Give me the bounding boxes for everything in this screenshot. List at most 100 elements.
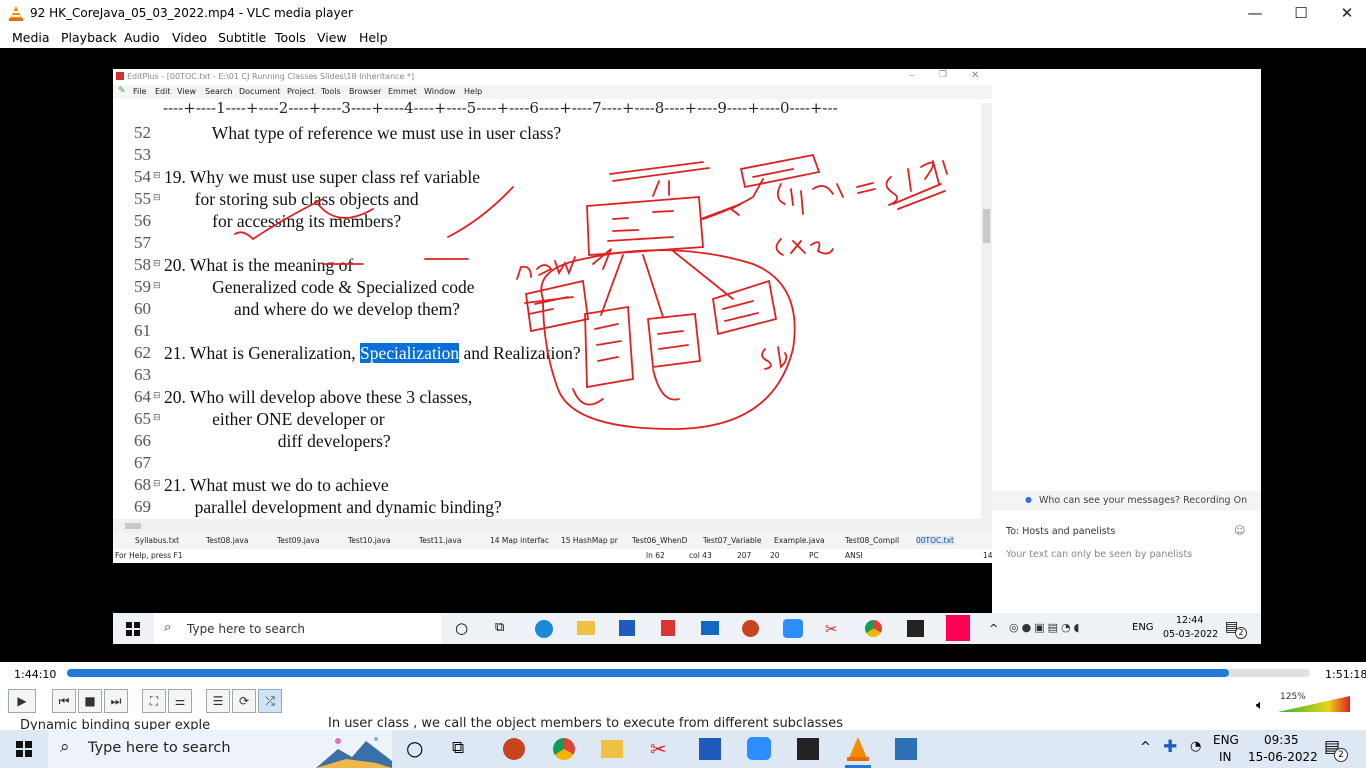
horizontal-scrollbar[interactable]: [113, 519, 992, 533]
status-col: col 43: [689, 551, 712, 560]
record-app-icon[interactable]: [503, 738, 525, 760]
inner-time: 12:44: [1176, 615, 1204, 626]
status-lines: 20: [770, 551, 780, 560]
editplus-status-bar: For Help, press F1 ln 62 col 43 207 20 P…: [113, 549, 993, 563]
inner-cortana-icon: ○: [455, 619, 469, 637]
file-tabs: Syllabus.txt Test08.java Test09.java Test10…: [113, 533, 992, 549]
file-tab[interactable]: Test07_Variable: [703, 536, 761, 545]
task-view-icon[interactable]: ⧉: [452, 738, 464, 758]
chat-panel: ● Who can see your messages? Recording O…: [992, 69, 1261, 613]
volume-label: 125%: [1280, 692, 1306, 702]
chat-recording-text[interactable]: Who can see your messages? Recording On: [1039, 495, 1247, 506]
file-tab[interactable]: 15 HashMap pr: [561, 536, 618, 545]
inner-search-text: Type here to search: [187, 622, 305, 636]
lang-bottom[interactable]: IN: [1219, 750, 1232, 764]
clock-date[interactable]: 15-06-2022: [1248, 750, 1318, 764]
tray-chevron-icon[interactable]: ^: [1140, 740, 1151, 755]
inner-tray-icons: ◎●▣▤◔◖: [1009, 621, 1083, 634]
windows-start-icon[interactable]: [16, 741, 32, 757]
photos-icon[interactable]: [895, 738, 917, 760]
total-time: 1:51:18: [1325, 668, 1366, 681]
maximize-button[interactable]: ☐: [1278, 4, 1324, 22]
close-button[interactable]: ✕: [1324, 4, 1366, 22]
store-icon[interactable]: [699, 738, 721, 760]
shuffle-button[interactable]: ⤮: [258, 689, 282, 713]
menu-bar: Media Playback Audio Video Subtitle Tool…: [0, 28, 1366, 48]
clock-time[interactable]: 09:35: [1264, 733, 1299, 747]
snipping-tool-icon[interactable]: ✂: [650, 737, 667, 761]
status-line: ln 62: [646, 551, 665, 560]
inner-taskbar: ⌕ Type here to search ○ ⧉ ✂ ^ ◎●▣▤◔◖ ENG…: [113, 613, 1261, 644]
wifi-icon[interactable]: ◔: [1190, 739, 1201, 754]
file-tab[interactable]: Test11.java: [419, 536, 461, 545]
inner-screenrec-icon: [946, 615, 970, 641]
taskbar: ⌕ Type here to search ○ ⧉ ✂ ^ ✚ ◔ ENG IN…: [0, 730, 1366, 768]
inner-lang: ENG: [1132, 622, 1154, 633]
volume-slider[interactable]: 125%: [1276, 688, 1352, 714]
file-tab[interactable]: Test09.java: [277, 536, 319, 545]
menu-tools[interactable]: Tools: [275, 30, 306, 45]
chrome-icon[interactable]: [553, 738, 575, 760]
loop-button[interactable]: ⟳: [232, 689, 256, 713]
file-tab[interactable]: Test06_WhenD: [632, 536, 687, 545]
inner-gift-icon: [661, 620, 675, 636]
inner-mail-icon: [701, 621, 719, 635]
file-tab[interactable]: Syllabus.txt: [135, 536, 179, 545]
emoji-icon[interactable]: ☺: [1234, 524, 1245, 537]
chat-recipient[interactable]: To: Hosts and panelists: [1006, 526, 1115, 537]
sticky-notes-icon[interactable]: [797, 738, 819, 760]
elapsed-time: 1:44:10: [14, 668, 57, 681]
seek-bar[interactable]: [67, 669, 1310, 677]
fullscreen-button[interactable]: ⛶: [142, 689, 166, 713]
zoom-icon[interactable]: [747, 737, 771, 760]
inner-explorer-icon: [577, 621, 595, 635]
file-tab[interactable]: Test10.java: [348, 536, 390, 545]
menu-subtitle[interactable]: Subtitle: [218, 30, 266, 45]
file-tab[interactable]: 14 Map interfac: [490, 536, 549, 545]
status-chars: 207: [737, 551, 752, 560]
file-tab[interactable]: Test08_Compil: [845, 536, 899, 545]
inner-zoom-icon: [783, 619, 803, 638]
menu-media[interactable]: Media: [12, 30, 50, 45]
play-button[interactable]: ▶: [8, 689, 36, 713]
inner-search-icon: ⌕: [164, 620, 172, 635]
file-explorer-icon[interactable]: [601, 740, 623, 758]
next-button[interactable]: ⏭: [104, 689, 128, 713]
caption-right: In user class , we call the object membe…: [328, 716, 843, 730]
tray-plus-icon[interactable]: ✚: [1163, 737, 1177, 757]
search-box[interactable]: ⌕ Type here to search: [48, 730, 392, 768]
extended-settings-button[interactable]: ⚌: [168, 689, 192, 713]
menu-help[interactable]: Help: [359, 30, 388, 45]
pen-annotations: [234, 153, 948, 430]
minimize-button[interactable]: —: [1232, 4, 1278, 22]
hscroll-thumb[interactable]: [125, 523, 141, 529]
seek-progress: [67, 669, 1230, 677]
inner-tray-chevron-icon: ^: [989, 622, 999, 635]
notification-count: 2: [1334, 748, 1348, 762]
file-tab[interactable]: Test08.java: [206, 536, 248, 545]
menu-playback[interactable]: Playback: [61, 30, 117, 45]
inner-date: 05-03-2022: [1163, 629, 1219, 640]
inner-record-icon: [742, 620, 759, 637]
status-mode: PC: [809, 551, 819, 560]
inner-taskview-icon: ⧉: [495, 620, 505, 635]
file-tab[interactable]: Example.java: [774, 536, 825, 545]
seek-area: 1:44:10 1:51:18: [0, 662, 1366, 686]
chat-recording-bar: ● Who can see your messages? Recording O…: [992, 491, 1261, 511]
stop-button[interactable]: ■: [78, 689, 102, 713]
cortana-icon[interactable]: ○: [406, 736, 423, 760]
menu-view[interactable]: View: [317, 30, 347, 45]
menu-video[interactable]: Video: [172, 30, 207, 45]
chat-input[interactable]: Your text can only be seen by panelists: [1006, 549, 1192, 560]
playlist-button[interactable]: ☰: [206, 689, 230, 713]
menu-audio[interactable]: Audio: [124, 30, 160, 45]
inner-notif-count: 2: [1235, 627, 1247, 639]
lang-top[interactable]: ENG: [1213, 733, 1239, 747]
inner-stickynote-icon: [907, 620, 924, 637]
file-tab[interactable]: 00TOC.txt: [916, 536, 954, 545]
speaker-icon[interactable]: 🔈︎: [1256, 698, 1264, 713]
vlc-cone-icon: [9, 6, 23, 21]
inner-snip-icon: ✂: [825, 620, 838, 638]
previous-button[interactable]: ⏮: [52, 689, 76, 713]
vlc-taskbar-icon[interactable]: [846, 736, 870, 762]
